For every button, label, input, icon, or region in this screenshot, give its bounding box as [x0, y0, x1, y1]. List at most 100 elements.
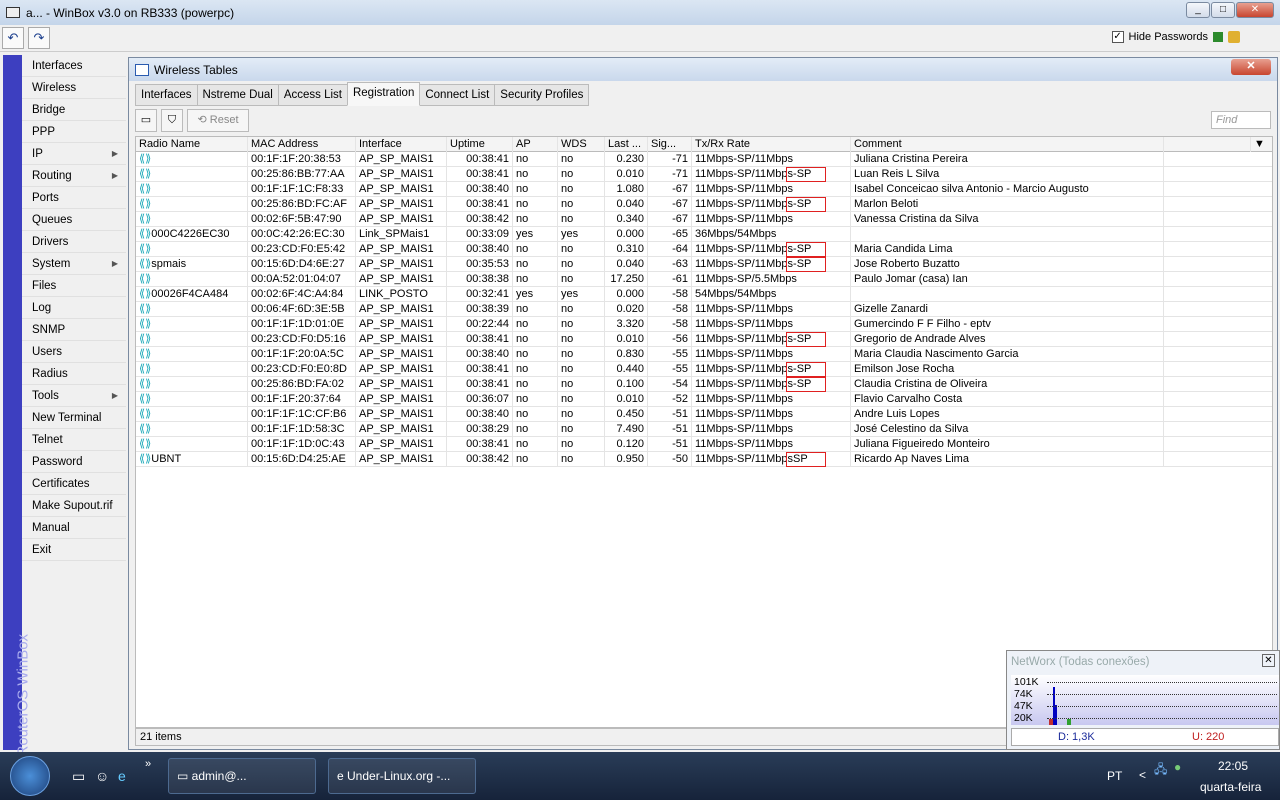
task-browser[interactable]: e Under-Linux.org -... — [328, 758, 476, 794]
table-row[interactable]: ⟪⟫ 00:1F:1F:1D:0C:43 AP_SP_MAIS1 00:38:41 no… — [136, 437, 1272, 452]
sidebar-item-bridge[interactable]: Bridge — [22, 99, 126, 121]
tray-expand-icon[interactable]: < — [1139, 768, 1146, 782]
sidebar-item-manual[interactable]: Manual — [22, 517, 126, 539]
cell-comment: Vanessa Cristina da Silva — [851, 212, 1164, 227]
sidebar-item-log[interactable]: Log — [22, 297, 126, 319]
sidebar-item-password[interactable]: Password — [22, 451, 126, 473]
cell-sig: -51 — [648, 437, 692, 452]
sidebar-item-users[interactable]: Users — [22, 341, 126, 363]
table-row[interactable]: ⟪⟫ 00:25:86:BB:77:AA AP_SP_MAIS1 00:38:41 no… — [136, 167, 1272, 182]
tab-connect-list[interactable]: Connect List — [419, 84, 496, 106]
table-row[interactable]: ⟪⟫ 00:23:CD:F0:D5:16 AP_SP_MAIS1 00:38:41 no… — [136, 332, 1272, 347]
table-row[interactable]: ⟪⟫ 00:1F:1F:1D:58:3C AP_SP_MAIS1 00:38:29 no… — [136, 422, 1272, 437]
column-header[interactable]: Interface — [356, 137, 447, 152]
sidebar-item-wireless[interactable]: Wireless — [22, 77, 126, 99]
hide-passwords-checkbox[interactable]: ✓ — [1111, 31, 1124, 43]
cell-last: 0.310 — [605, 242, 648, 257]
sidebar-item-routing[interactable]: Routing ▶ — [22, 165, 126, 187]
column-header[interactable]: WDS — [558, 137, 605, 152]
filter-icon[interactable]: ⛉ — [161, 109, 183, 132]
table-row[interactable]: ⟪⟫ 00:1F:1F:1D:01:0E AP_SP_MAIS1 00:22:44 no… — [136, 317, 1272, 332]
sidebar-item-files[interactable]: Files — [22, 275, 126, 297]
close-button[interactable]: ✕ — [1236, 2, 1274, 18]
table-row[interactable]: ⟪⟫ 00:23:CD:F0:E5:42 AP_SP_MAIS1 00:38:40 no… — [136, 242, 1272, 257]
sidebar-item-make-supout-rif[interactable]: Make Supout.rif — [22, 495, 126, 517]
cell-uptime: 00:38:41 — [447, 332, 513, 347]
ie-icon[interactable]: e — [118, 768, 126, 784]
sidebar-item-telnet[interactable]: Telnet — [22, 429, 126, 451]
column-header[interactable]: Uptime — [447, 137, 513, 152]
table-row[interactable]: ⟪⟫UBNT 00:15:6D:D4:25:AE AP_SP_MAIS1 00:38:… — [136, 452, 1272, 467]
sidebar-item-ip[interactable]: IP ▶ — [22, 143, 126, 165]
maximize-button[interactable]: □ — [1211, 2, 1235, 18]
sidebar-item-snmp[interactable]: SNMP — [22, 319, 126, 341]
task-winbox[interactable]: ▭ admin@... — [168, 758, 316, 794]
sidebar-item-system[interactable]: System ▶ — [22, 253, 126, 275]
sidebar-item-radius[interactable]: Radius — [22, 363, 126, 385]
upload-rate: U: 220 — [1192, 731, 1225, 743]
sidebar-item-exit[interactable]: Exit — [22, 539, 126, 561]
tab-registration[interactable]: Registration — [346, 82, 421, 106]
column-header[interactable]: Last ... — [605, 137, 648, 152]
column-header[interactable]: Radio Name — [136, 137, 248, 152]
table-row[interactable]: ⟪⟫ 00:1F:1F:20:38:53 AP_SP_MAIS1 00:38:41 no… — [136, 152, 1272, 167]
sidebar-menu: Interfaces Wireless Bridge PPP IP ▶ Routing ▶ Po… — [22, 55, 126, 561]
table-row[interactable]: ⟪⟫ 00:25:86:BD:FA:02 AP_SP_MAIS1 00:38:41 no… — [136, 377, 1272, 392]
users-icon[interactable]: ☺ — [95, 768, 109, 784]
more-icon[interactable]: » — [145, 758, 151, 770]
network-icon[interactable]: 🖧 — [1154, 760, 1167, 781]
tab-nstreme-dual[interactable]: Nstreme Dual — [196, 84, 279, 106]
cell-last: 17.250 — [605, 272, 648, 287]
messenger-icon[interactable]: ● — [1174, 760, 1181, 774]
sidebar-item-certificates[interactable]: Certificates — [22, 473, 126, 495]
sidebar-item-label: Routing — [32, 170, 72, 182]
table-row[interactable]: ⟪⟫ 00:1F:1F:1C:CF:B6 AP_SP_MAIS1 00:38:40 no… — [136, 407, 1272, 422]
table-row[interactable]: ⟪⟫ 00:06:4F:6D:3E:5B AP_SP_MAIS1 00:38:39 no… — [136, 302, 1272, 317]
sidebar-item-ports[interactable]: Ports — [22, 187, 126, 209]
table-row[interactable]: ⟪⟫ 00:23:CD:F0:E0:8D AP_SP_MAIS1 00:38:41 no… — [136, 362, 1272, 377]
tab-security-profiles[interactable]: Security Profiles — [494, 84, 590, 106]
clock-time[interactable]: 22:05 — [1218, 759, 1248, 773]
column-header[interactable]: Tx/Rx Rate — [692, 137, 851, 152]
networx-close-icon[interactable]: ✕ — [1262, 654, 1275, 667]
table-row[interactable]: ⟪⟫ 00:25:86:BD:FC:AF AP_SP_MAIS1 00:38:41 no… — [136, 197, 1272, 212]
column-menu-icon[interactable]: ▼ — [1251, 137, 1272, 152]
cell-ap: no — [513, 302, 558, 317]
start-button[interactable] — [10, 756, 50, 796]
window-close-button[interactable]: ✕ — [1231, 59, 1271, 75]
column-header[interactable]: AP — [513, 137, 558, 152]
sidebar-item-interfaces[interactable]: Interfaces — [22, 55, 126, 77]
cell-sig: -58 — [648, 317, 692, 332]
remove-button[interactable]: ▭ — [135, 109, 157, 132]
cell-ap: no — [513, 317, 558, 332]
sidebar-item-new-terminal[interactable]: New Terminal — [22, 407, 126, 429]
sidebar-item-drivers[interactable]: Drivers — [22, 231, 126, 253]
cell-radio-name: ⟪⟫ — [136, 152, 248, 167]
find-input[interactable]: Find — [1211, 111, 1271, 129]
column-header[interactable]: Comment — [851, 137, 1164, 152]
column-header[interactable] — [1164, 137, 1251, 152]
table-row[interactable]: ⟪⟫ 00:1F:1F:1C:F8:33 AP_SP_MAIS1 00:38:40 no… — [136, 182, 1272, 197]
table-row[interactable]: ⟪⟫ 00:02:6F:5B:47:90 AP_SP_MAIS1 00:38:42 no… — [136, 212, 1272, 227]
show-desktop-icon[interactable]: ▭ — [72, 768, 85, 785]
table-row[interactable]: ⟪⟫ 00:1F:1F:20:0A:5C AP_SP_MAIS1 00:38:40 no… — [136, 347, 1272, 362]
cell-mac-address: 00:25:86:BD:FA:02 — [248, 377, 356, 392]
sidebar-item-tools[interactable]: Tools ▶ — [22, 385, 126, 407]
undo-icon[interactable]: ↶ — [2, 27, 24, 49]
table-row[interactable]: ⟪⟫000C4226EC30 00:0C:42:26:EC:30 Link_SPMa… — [136, 227, 1272, 242]
sidebar-item-ppp[interactable]: PPP — [22, 121, 126, 143]
minimize-button[interactable]: _ — [1186, 2, 1210, 18]
sidebar-item-queues[interactable]: Queues — [22, 209, 126, 231]
column-header[interactable]: Sig... — [648, 137, 692, 152]
tab-access-list[interactable]: Access List — [277, 84, 348, 106]
redo-icon[interactable]: ↷ — [28, 27, 50, 49]
table-row[interactable]: ⟪⟫spmais 00:15:6D:D4:6E:27 AP_SP_MAIS1 00:3… — [136, 257, 1272, 272]
table-row[interactable]: ⟪⟫00026F4CA484 00:02:6F:4C:A4:84 LINK_POST… — [136, 287, 1272, 302]
table-row[interactable]: ⟪⟫ 00:1F:1F:20:37:64 AP_SP_MAIS1 00:36:07 no… — [136, 392, 1272, 407]
reset-button[interactable]: ⟲ Reset — [187, 109, 249, 132]
language-indicator[interactable]: PT — [1107, 769, 1122, 783]
sidebar-item-label: Make Supout.rif — [32, 500, 113, 512]
column-header[interactable]: MAC Address — [248, 137, 356, 152]
tab-interfaces[interactable]: Interfaces — [135, 84, 198, 106]
table-row[interactable]: ⟪⟫ 00:0A:52:01:04:07 AP_SP_MAIS1 00:38:38 no… — [136, 272, 1272, 287]
